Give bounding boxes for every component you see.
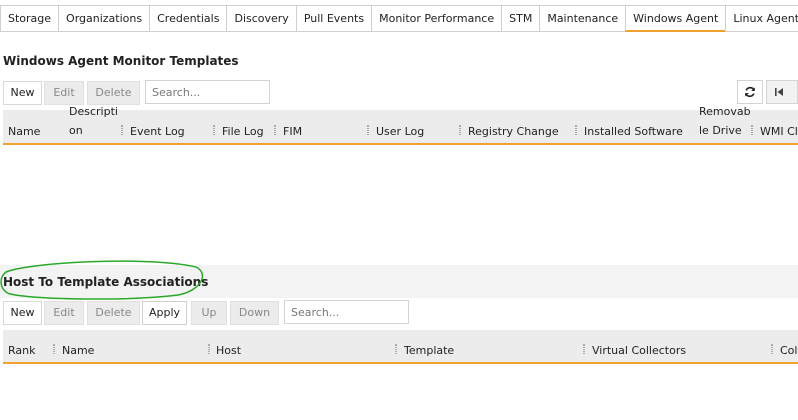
col-header-installed-software[interactable]: Installed Software [584, 125, 683, 138]
associations-search-input[interactable] [284, 300, 409, 324]
down-button[interactable]: Down [230, 301, 279, 325]
templates-new-button[interactable]: New [3, 81, 42, 105]
col-header-registry-change[interactable]: Registry Change [468, 125, 559, 138]
col-header-name[interactable]: Name [8, 125, 40, 138]
tab-storage[interactable]: Storage [0, 5, 59, 32]
col-header-rank[interactable]: Rank [8, 344, 35, 357]
col-header-event-log[interactable]: Event Log [130, 125, 185, 138]
associations-grid-header: Rank Name Host Template Virtual Collecto… [3, 330, 798, 364]
tab-windows-agent[interactable]: Windows Agent [625, 5, 726, 32]
col-header-wmi[interactable]: WMI Cla [760, 125, 798, 138]
apply-button[interactable]: Apply [142, 301, 187, 325]
tab-monitor-performance[interactable]: Monitor Performance [371, 5, 502, 32]
tab-bar: Storage Organizations Credentials Discov… [0, 5, 798, 32]
col-header-col[interactable]: Col [780, 344, 797, 357]
col-header-description[interactable]: Descripti on [69, 102, 118, 140]
tab-credentials[interactable]: Credentials [149, 5, 227, 32]
col-header-fim[interactable]: FIM [283, 125, 302, 138]
col-header-assoc-name[interactable]: Name [62, 344, 94, 357]
col-header-template[interactable]: Template [404, 344, 454, 357]
annotation-circle [0, 260, 204, 300]
up-button[interactable]: Up [191, 301, 227, 325]
refresh-icon [745, 86, 755, 98]
tab-discovery[interactable]: Discovery [226, 5, 296, 32]
col-header-virtual-collectors[interactable]: Virtual Collectors [592, 344, 686, 357]
col-header-user-log[interactable]: User Log [376, 125, 424, 138]
tab-pull-events[interactable]: Pull Events [295, 5, 372, 32]
associations-delete-button[interactable]: Delete [87, 301, 140, 325]
templates-grid-header: Name Descripti on Event Log File Log FIM … [3, 105, 798, 145]
tab-stm[interactable]: STM [501, 5, 540, 32]
refresh-button[interactable] [737, 80, 763, 104]
first-page-button[interactable] [766, 80, 798, 104]
col-header-removable-drive[interactable]: Removab le Drive [699, 102, 751, 140]
tab-maintenance[interactable]: Maintenance [539, 5, 626, 32]
first-page-icon [775, 88, 783, 96]
associations-edit-button[interactable]: Edit [44, 301, 84, 325]
templates-search-input[interactable] [145, 80, 270, 104]
tab-linux-agent[interactable]: Linux Agent [725, 5, 798, 32]
tab-organizations[interactable]: Organizations [58, 5, 150, 32]
col-header-host[interactable]: Host [216, 344, 241, 357]
templates-grid-body [3, 145, 798, 265]
associations-grid-body [3, 364, 798, 420]
templates-title: Windows Agent Monitor Templates [3, 54, 239, 68]
associations-new-button[interactable]: New [3, 301, 42, 325]
col-header-file-log[interactable]: File Log [222, 125, 264, 138]
